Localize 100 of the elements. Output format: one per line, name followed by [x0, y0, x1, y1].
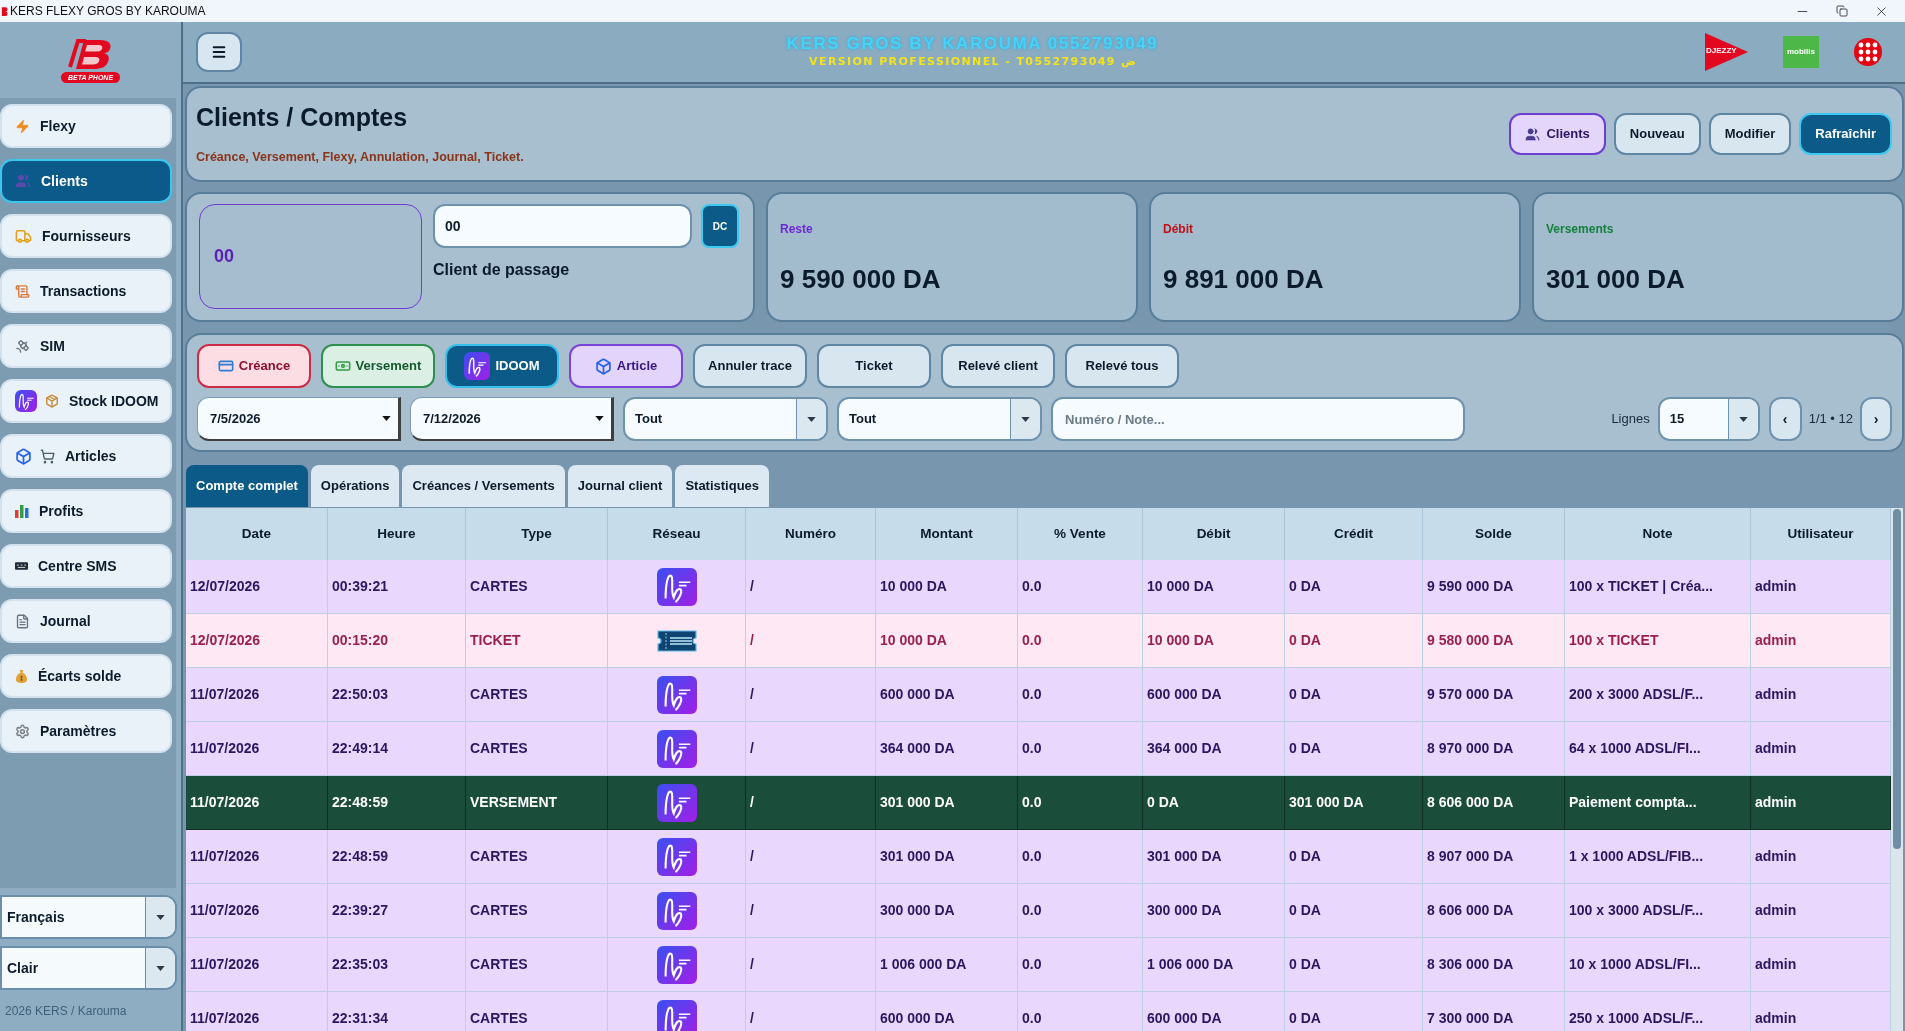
table-cell-text: admin — [1755, 793, 1797, 812]
table-cell-text: 22:48:59 — [332, 847, 389, 866]
menu-icon — [211, 44, 227, 60]
next-page-button[interactable]: › — [1860, 397, 1892, 441]
table-cell-text: admin — [1755, 577, 1797, 596]
table-cell-text: 301 000 DA — [1289, 793, 1364, 812]
page-info: 1/1 • 12 — [1808, 410, 1853, 429]
table-cell-text: CARTES — [470, 955, 528, 974]
language-select[interactable]: Français — [0, 895, 177, 939]
table-row[interactable]: 11/07/2026 22:49:14 CARTES / 364 000 DA 0.0 364 000 DA 0 DA 8 970 000 DA 64 x 1000 ADSL/FI... admin — [186, 722, 1891, 776]
table-cell-text: 22:50:03 — [332, 685, 389, 704]
previous-page-button[interactable]: ‹ — [1768, 397, 1802, 441]
operation-button[interactable]: Créance — [197, 344, 311, 388]
tab[interactable]: Journal client — [567, 465, 673, 507]
table-cell-text: 22:48:59 — [332, 793, 389, 812]
operation-button[interactable]: Ticket — [817, 344, 931, 388]
logo-tile-icon — [656, 729, 697, 768]
sidebar-item[interactable]: Profits — [0, 489, 172, 533]
menu-button[interactable] — [196, 32, 242, 72]
client-field[interactable]: 00 — [433, 204, 692, 248]
table-cell-text: 10 000 DA — [880, 631, 947, 650]
column-header[interactable]: Heure — [377, 523, 416, 545]
table-cell-text: admin — [1755, 901, 1797, 920]
table-row[interactable]: 11/07/2026 22:48:59 CARTES / 301 000 DA 0.0 301 000 DA 0 DA 8 907 000 DA 1 x 1000 ADSL/FIB... admin — [186, 830, 1891, 884]
operation-button[interactable]: Article — [569, 344, 683, 388]
date-field[interactable]: 7/12/2026 — [410, 397, 614, 441]
column-header[interactable]: Réseau — [652, 523, 701, 545]
table-row[interactable]: 11/07/2026 22:50:03 CARTES / 600 000 DA 0.0 600 000 DA 0 DA 9 570 000 DA 200 x 3000 ADSL/F... admin — [186, 668, 1891, 722]
table-cell-text: 301 000 DA — [880, 793, 955, 812]
operation-button[interactable]: Relevé client — [941, 344, 1055, 388]
page-size-select[interactable]: 15 — [1657, 397, 1760, 441]
stat-value: 301 000 DA — [1546, 264, 1685, 294]
sidebar-item[interactable]: Clients — [0, 159, 172, 203]
caret-icon — [595, 416, 604, 421]
table-row[interactable]: 11/07/2026 22:35:03 CARTES / 1 006 000 DA 0.0 1 006 000 DA 0 DA 8 306 000 DA 10 x 1000 ADSL/FI... admin — [186, 938, 1891, 992]
sidebar-item[interactable]: Flexy — [0, 104, 172, 148]
app-subtitle: VERSION PROFESSIONNEL - T0552793049 ض — [809, 54, 1136, 70]
column-header[interactable]: Numéro — [785, 523, 836, 545]
sidebar-item[interactable]: Paramètres — [0, 709, 172, 753]
table-row[interactable]: 12/07/2026 00:39:21 CARTES / 10 000 DA 0.0 10 000 DA 0 DA 9 590 000 DA 100 x TICKET | Créa... admin — [186, 560, 1891, 614]
column-header[interactable]: Crédit — [1334, 523, 1373, 545]
scrollbar-thumb[interactable] — [1893, 509, 1901, 849]
column-header[interactable]: Utilisateur — [1787, 523, 1854, 545]
logo-tile-icon — [656, 891, 697, 930]
table-cell-text: 11/07/2026 — [190, 955, 260, 974]
operation-button[interactable]: IDOOM — [445, 344, 559, 388]
sidebar-item[interactable]: Centre SMS — [0, 544, 172, 588]
sidebar-item[interactable]: Transactions — [0, 269, 172, 313]
column-header[interactable]: Type — [521, 523, 552, 545]
tab[interactable]: Opérations — [310, 465, 400, 507]
column-header[interactable]: Montant — [920, 523, 973, 545]
dropdown[interactable]: Tout — [837, 397, 1042, 441]
operation-button[interactable]: Versement — [321, 344, 435, 388]
table-cell-text: 0 DA — [1289, 685, 1321, 704]
table-cell-text: 10 000 DA — [880, 577, 947, 596]
sidebar-item[interactable]: SIM — [0, 324, 172, 368]
action-button[interactable]: Clients — [1509, 113, 1606, 155]
client-name: Client de passage — [433, 260, 571, 280]
restore-icon[interactable] — [1836, 5, 1848, 17]
table-row[interactable]: 11/07/2026 22:39:27 CARTES / 300 000 DA 0.0 300 000 DA 0 DA 8 606 000 DA 100 x 3000 ADSL/F... admin — [186, 884, 1891, 938]
table-cell-text: 8 606 000 DA — [1427, 901, 1514, 920]
action-button[interactable]: Rafraîchir — [1799, 113, 1892, 155]
search-field[interactable]: Numéro / Note... — [1051, 397, 1465, 441]
dotted-circle-icon — [1853, 37, 1883, 67]
theme-select[interactable]: Clair — [0, 946, 177, 990]
dropdown[interactable]: Tout — [623, 397, 828, 441]
operation-button[interactable]: Annuler trace — [693, 344, 807, 388]
column-header[interactable]: Solde — [1475, 523, 1512, 545]
table-cell-text: 7 300 000 DA — [1427, 1009, 1514, 1028]
table-row[interactable]: 11/07/2026 22:31:34 CARTES / 600 000 DA 0.0 600 000 DA 0 DA 7 300 000 DA 250 x 1000 ADSL/F... admin — [186, 992, 1891, 1031]
column-header[interactable]: Note — [1642, 523, 1673, 545]
table-cell-text: 600 000 DA — [1147, 685, 1222, 704]
table-cell-text: / — [750, 793, 754, 812]
table-row[interactable]: 11/07/2026 22:48:59 VERSEMENT / 301 000 DA 0.0 0 DA 301 000 DA 8 606 000 DA Paiement compta... admin — [186, 776, 1891, 830]
logo-tile-icon — [656, 783, 697, 822]
table-cell-text: 9 580 000 DA — [1427, 631, 1514, 650]
table-cell-text: admin — [1755, 847, 1797, 866]
tab[interactable]: Compte complet — [186, 465, 308, 507]
action-button[interactable]: Modifier — [1708, 113, 1792, 155]
table-cell-text: 9 590 000 DA — [1427, 577, 1514, 596]
tab[interactable]: Statistiques — [675, 465, 770, 507]
table-cell-text: 10 000 DA — [1147, 577, 1214, 596]
column-header[interactable]: Débit — [1196, 523, 1231, 545]
action-button[interactable]: Nouveau — [1613, 113, 1701, 155]
table-row[interactable]: 12/07/2026 00:15:20 TICKET / 10 000 DA 0.0 10 000 DA 0 DA 9 580 000 DA 100 x TICKET admin — [186, 614, 1891, 668]
operation-button[interactable]: Relevé tous — [1065, 344, 1179, 388]
tab[interactable]: Créances / Versements — [402, 465, 565, 507]
date-field[interactable]: 7/5/2026 — [197, 397, 401, 441]
table-cell-text: / — [750, 739, 754, 758]
sidebar-item[interactable]: Fournisseurs — [0, 214, 172, 258]
client-button[interactable]: DC — [701, 204, 739, 248]
table-cell-text: 12/07/2026 — [190, 577, 261, 596]
logo-tile-icon — [464, 352, 491, 380]
sidebar-item[interactable]: Stock IDOOM — [0, 379, 172, 423]
column-header[interactable]: % Vente — [1054, 523, 1106, 545]
sidebar-item[interactable]: Journal — [0, 599, 172, 643]
column-header[interactable]: Date — [241, 523, 272, 545]
sidebar-item[interactable]: Écarts solde — [0, 654, 172, 698]
sidebar-item[interactable]: Articles — [0, 434, 172, 478]
table-cell-text: 22:35:03 — [332, 955, 389, 974]
